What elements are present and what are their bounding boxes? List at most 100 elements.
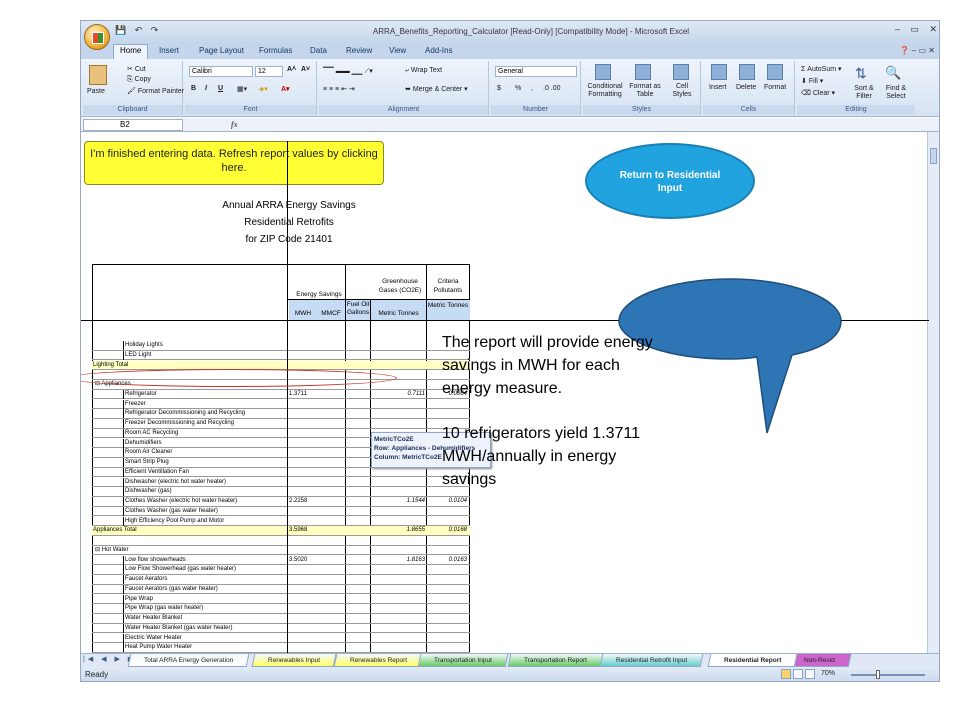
table-row[interactable]: Freezer Decommissioning and Recycling	[92, 419, 470, 429]
close-icon[interactable]: ✕	[929, 24, 937, 34]
cell-mt[interactable]: 1.1544	[407, 497, 425, 506]
cell-mt[interactable]: 1.8163	[407, 556, 425, 565]
cell-mwh[interactable]: 2.2258	[289, 497, 307, 506]
zoom-slider[interactable]	[851, 674, 925, 676]
table-row[interactable]: Low Flow Showerhead (gas water heater)	[92, 565, 470, 575]
table-row[interactable]: Dishwasher (gas)	[92, 487, 470, 497]
copy-button[interactable]: ⎘ Copy	[127, 76, 151, 84]
table-row[interactable]: Clothes Washer (gas water heater)	[92, 506, 470, 517]
cell-mwh[interactable]: 3.5968	[289, 526, 307, 535]
help-controls[interactable]: ❓ – ▭ ✕	[900, 46, 935, 55]
office-button[interactable]	[84, 24, 110, 50]
minimize-icon[interactable]: –	[895, 24, 900, 34]
fx-icon[interactable]: fx	[231, 120, 238, 129]
underline-button[interactable]: U	[218, 85, 223, 92]
table-row[interactable]: Pipe Wrap (gas water heater)	[92, 604, 470, 614]
tab-add-ins[interactable]: Add-Ins	[425, 46, 453, 55]
table-row[interactable]: Dishwasher (electric hot water heater)	[92, 477, 470, 488]
return-to-input-button[interactable]: Return to Residential Input	[585, 143, 755, 219]
table-row[interactable]: Refrigerator Decommissioning and Recycli…	[92, 409, 470, 419]
sort-filter-icon[interactable]: ⇅	[855, 65, 867, 82]
font-color-icon[interactable]: A▾	[281, 85, 290, 93]
tab-home[interactable]: Home	[113, 44, 149, 59]
page-layout-view-icon[interactable]	[793, 669, 803, 679]
cell-cp[interactable]: 0.0168	[449, 526, 467, 535]
insert-button[interactable]: Insert	[709, 84, 727, 91]
cell-styles-icon[interactable]	[673, 64, 689, 80]
zoom-level[interactable]: 70%	[821, 670, 835, 677]
wrap-text-button[interactable]: ⤶ Wrap Text	[405, 67, 442, 75]
percent-button[interactable]: %	[515, 85, 521, 92]
sort-filter-button[interactable]: Sort & Filter	[849, 85, 879, 101]
tab-page-layout[interactable]: Page Layout	[199, 46, 244, 55]
format-cells-icon[interactable]	[767, 64, 783, 80]
align-left-icons[interactable]: ≡ ≡ ≡ ⇤ ⇥	[323, 85, 355, 93]
conditional-formatting-icon[interactable]	[595, 64, 611, 80]
sheet-tab[interactable]: Residential Retrofit Input	[599, 654, 704, 667]
table-row[interactable]: Water Heater Blanket	[92, 614, 470, 624]
refresh-report-button[interactable]: I'm finished entering data. Refresh repo…	[84, 141, 384, 185]
find-select-icon[interactable]: 🔍	[885, 65, 901, 81]
tab-insert[interactable]: Insert	[159, 46, 179, 55]
sheet-tab[interactable]: Renewables Input	[251, 654, 337, 667]
number-format-select[interactable]: General	[495, 66, 577, 77]
format-table-button[interactable]: Format as Table	[627, 83, 663, 99]
comma-button[interactable]: ,	[531, 85, 533, 92]
paste-button[interactable]: Paste	[87, 88, 105, 95]
tab-view[interactable]: View	[389, 46, 406, 55]
insert-cells-icon[interactable]	[711, 64, 727, 80]
cell-mwh[interactable]: 3.5020	[289, 556, 307, 565]
table-row[interactable]: Electric Water Heater	[92, 633, 470, 644]
zoom-slider-knob[interactable]	[876, 670, 880, 679]
table-row[interactable]: Faucet Aerators	[92, 575, 470, 585]
cell-styles-button[interactable]: Cell Styles	[667, 83, 697, 99]
fill-color-icon[interactable]: ◈▾	[259, 85, 268, 93]
table-row[interactable]: Holiday Lights	[92, 341, 470, 351]
tab-review[interactable]: Review	[346, 46, 372, 55]
font-size-select[interactable]: 12	[255, 66, 283, 77]
cell-mwh[interactable]: 1.3711	[289, 390, 307, 399]
table-row[interactable]: LED Light	[92, 350, 470, 361]
scroll-thumb[interactable]	[930, 148, 937, 164]
cut-button[interactable]: ✂ Cut	[127, 65, 146, 73]
view-buttons[interactable]	[781, 669, 817, 681]
table-row[interactable]: Freezer	[92, 399, 470, 410]
sheet-tab[interactable]: Transportation Input	[417, 654, 509, 667]
sheet-tab[interactable]: Transportation Report	[507, 654, 604, 667]
clear-button[interactable]: ⌫ Clear ▾	[801, 89, 835, 97]
tab-data[interactable]: Data	[310, 46, 327, 55]
format-painter-button[interactable]: 🖌 Format Painter	[127, 87, 184, 95]
shrink-font-button[interactable]: A˅	[301, 66, 310, 73]
autosum-button[interactable]: Σ AutoSum ▾	[801, 65, 842, 73]
decimal-buttons[interactable]: .0 .00	[543, 85, 561, 92]
table-row[interactable]: Efficient Ventillation Fan	[92, 467, 470, 478]
table-row[interactable]: Heat Pump Water Heater	[92, 643, 470, 653]
conditional-formatting-button[interactable]: Conditional Formatting	[585, 83, 625, 99]
page-break-view-icon[interactable]	[805, 669, 815, 679]
maximize-icon[interactable]: ▭	[910, 24, 919, 34]
normal-view-icon[interactable]	[781, 669, 791, 679]
delete-button[interactable]: Delete	[736, 84, 756, 91]
bold-button[interactable]: B	[191, 85, 196, 92]
merge-center-button[interactable]: ⬌ Merge & Center ▾	[405, 85, 468, 93]
format-table-icon[interactable]	[635, 64, 651, 80]
currency-button[interactable]: $	[497, 85, 501, 92]
italic-button[interactable]: I	[205, 85, 207, 92]
delete-cells-icon[interactable]	[739, 64, 755, 80]
borders-icon[interactable]: ▦▾	[237, 85, 247, 93]
table-row[interactable]: Low flow showerheads 3.5020 1.8163 0.0163	[92, 555, 470, 566]
cell-mt[interactable]: 1.8655	[407, 526, 425, 535]
table-row[interactable]: Refrigerator 1.3711 0.7111 0.0064	[92, 389, 470, 400]
table-row[interactable]: Pipe Wrap	[92, 594, 470, 605]
table-row[interactable]	[92, 536, 470, 546]
table-row[interactable]: ⊟ Hot Water	[92, 546, 470, 556]
table-row[interactable]: Water Heater Blanket (gas water heater)	[92, 623, 470, 634]
find-select-button[interactable]: Find & Select	[881, 85, 911, 101]
tab-formulas[interactable]: Formulas	[259, 46, 292, 55]
cell-mt[interactable]: 0.7111	[408, 390, 425, 399]
format-button[interactable]: Format	[764, 84, 786, 91]
paste-icon[interactable]	[89, 65, 107, 85]
sheet-tab[interactable]: Renewables Report	[333, 654, 424, 667]
table-row[interactable]: Faucet Aerators (gas water heater)	[92, 584, 470, 595]
align-top-icons[interactable]: ▔▔ ▬▬ ▁▁ ⟋▾	[323, 67, 373, 76]
